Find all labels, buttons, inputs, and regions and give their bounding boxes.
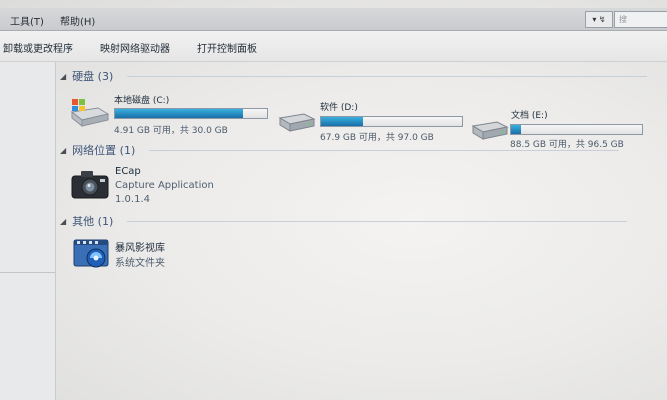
group-title-network: 网络位置 (1) [72,144,136,157]
drive-e-usage-fill [511,125,522,134]
drive-e-usage-bar [510,124,643,135]
collapse-triangle-icon: ◢ [60,71,67,81]
drive-c-name: 本地磁盘 (C:) [114,96,170,106]
hard-drive-icon [278,113,316,132]
hard-drive-icon [471,121,509,140]
group-title-hard-disks: 硬盘 (3) [72,70,114,83]
menu-tools[interactable]: 工具(T) [10,13,44,28]
menu-bar: 工具(T) 帮助(H) ▾ ↯ 搜 [0,8,667,31]
search-input[interactable]: 搜 [614,11,667,28]
collapse-triangle-icon: ◢ [60,216,67,226]
map-network-drive-button[interactable]: 映射网络驱动器 [100,40,170,55]
drive-e-name: 文档 (E:) [511,111,548,121]
navigation-pane[interactable] [0,62,56,400]
command-toolbar: 卸载或更改程序 映射网络驱动器 打开控制面板 [0,31,667,62]
menu-help[interactable]: 帮助(H) [60,13,95,28]
media-library-folder-icon [73,239,109,268]
drive-d-usage-bar [320,116,463,127]
camera-icon [71,171,109,199]
drive-c-info: 4.91 GB 可用，共 30.0 GB [114,126,228,136]
drive-c-usage-fill [115,109,243,118]
group-rule [149,149,620,151]
open-control-panel-button[interactable]: 打开控制面板 [197,40,257,55]
ecap-name: ECap [115,166,141,177]
storm-library-name: 暴风影视库 [115,243,165,254]
drive-c-usage-bar [114,108,268,119]
uninstall-program-button[interactable]: 卸载或更改程序 [3,40,73,55]
group-rule [127,220,628,222]
storm-library-type: 系统文件夹 [115,258,165,269]
windows-drive-icon [70,99,110,128]
refresh-button[interactable]: ▾ ↯ [585,11,613,28]
group-header-other[interactable]: ◢ 其他 (1) [60,213,628,229]
ecap-description: Capture Application [115,180,214,191]
search-icon: 搜 [619,15,627,24]
refresh-icon: ▾ ↯ [592,15,606,24]
drive-d-name: 软件 (D:) [320,103,358,113]
group-header-hard-disks[interactable]: ◢ 硬盘 (3) [60,68,648,84]
navigation-divider [0,272,55,273]
group-header-network[interactable]: ◢ 网络位置 (1) [60,142,620,158]
drive-d-usage-fill [321,117,364,126]
group-rule [127,75,648,77]
ecap-version: 1.0.1.4 [115,194,150,205]
collapse-triangle-icon: ◢ [60,145,67,155]
group-title-other: 其他 (1) [72,215,114,228]
